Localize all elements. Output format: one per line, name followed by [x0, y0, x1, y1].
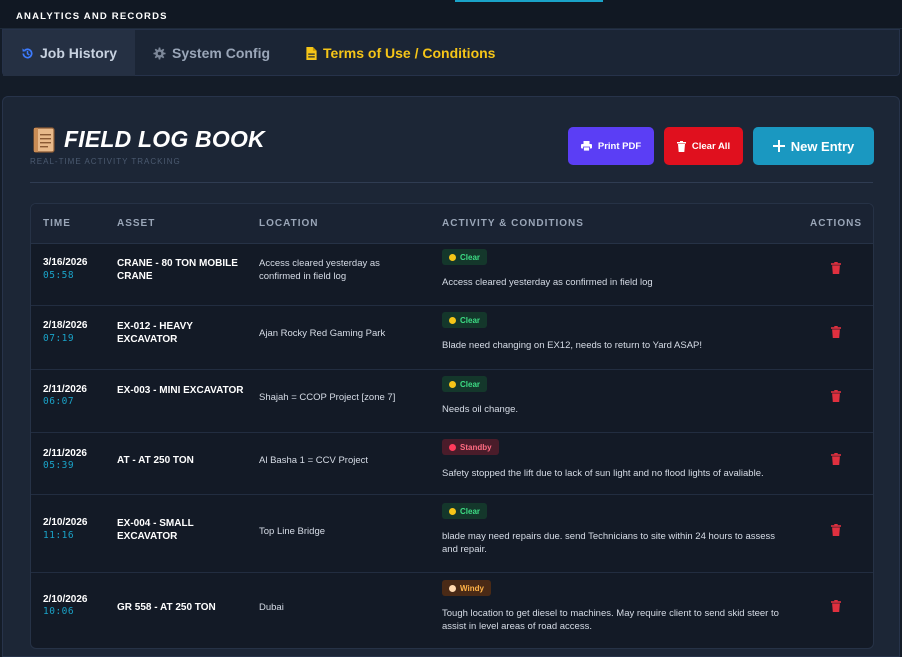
delete-icon[interactable] [831, 390, 841, 402]
printer-icon [580, 141, 592, 151]
status-label: Windy [460, 583, 484, 593]
active-accent-bar [455, 0, 603, 2]
status-dot-icon [449, 507, 456, 515]
trash-icon [676, 140, 686, 152]
row-location: Access cleared yesterday as confirmed in… [259, 258, 380, 282]
row-asset: GR 558 - AT 250 TON [117, 602, 216, 613]
column-header-actions: ACTIONS [810, 218, 862, 229]
clear-all-label: Clear All [691, 140, 731, 152]
print-pdf-label: Print PDF [597, 140, 642, 152]
delete-icon[interactable] [831, 262, 841, 274]
column-header-time: TIME [43, 218, 71, 229]
delete-icon[interactable] [831, 453, 841, 465]
table-row: 2/11/2026 06:07 EX-003 - MINI EXCAVATOR Sha… [31, 370, 873, 433]
row-description: Access cleared yesterday as confirmed in… [442, 277, 653, 288]
tab-terms[interactable]: Terms of Use / Conditions [288, 30, 513, 76]
status-badge: Clear [442, 312, 488, 328]
row-date: 2/18/2026 [43, 320, 88, 331]
status-badge: Windy [442, 580, 491, 596]
tab-label: Job History [40, 45, 118, 61]
table-row: 2/11/2026 05:39 AT - AT 250 TON Al Basha 1 … [31, 433, 873, 495]
page-title: FIELD LOG BOOK [64, 126, 265, 152]
delete-icon[interactable] [831, 524, 841, 536]
top-bar: ANALYTICS AND RECORDS [0, 0, 902, 29]
status-label: Standby [460, 442, 492, 452]
field-log-table: TIME ASSET LOCATION ACTIVITY & CONDITION… [30, 203, 874, 649]
history-icon [22, 47, 33, 58]
status-label: Clear [460, 315, 481, 325]
row-description: Tough location to get diesel to machines… [442, 608, 779, 632]
status-dot-icon [449, 316, 456, 324]
row-date: 2/10/2026 [43, 517, 88, 528]
row-asset: EX-003 - MINI EXCAVATOR [117, 385, 244, 396]
row-location: Al Basha 1 = CCV Project [259, 455, 369, 466]
row-date: 2/11/2026 [43, 384, 87, 395]
page-heading: FIELD LOG BOOK [32, 126, 265, 153]
status-label: Clear [460, 506, 481, 516]
table-row: 2/18/2026 07:19 EX-012 - HEAVY EXCAVATOR Aj… [31, 306, 873, 370]
tab-label: Terms of Use / Conditions [323, 45, 496, 61]
row-asset: EX-004 - SMALL EXCAVATOR [117, 518, 194, 542]
row-location: Shajah = CCOP Project [zone 7] [259, 392, 396, 403]
row-asset: CRANE - 80 TON MOBILE CRANE [117, 258, 238, 282]
tab-label: System Config [172, 45, 271, 61]
clear-all-button[interactable]: Clear All [664, 127, 743, 165]
table-header: TIME ASSET LOCATION ACTIVITY & CONDITION… [31, 204, 873, 244]
row-location: Top Line Bridge [259, 526, 326, 537]
header-divider [30, 182, 873, 183]
print-pdf-button[interactable]: Print PDF [568, 127, 654, 165]
table-row: 2/10/2026 10:06 GR 558 - AT 250 TON Dubai Wi… [31, 573, 873, 648]
status-dot-icon [449, 443, 456, 451]
document-icon [306, 46, 317, 60]
column-header-location: LOCATION [259, 218, 319, 229]
row-asset: EX-012 - HEAVY EXCAVATOR [117, 321, 193, 345]
row-time: 11:16 [43, 530, 75, 541]
status-badge: Standby [442, 439, 499, 455]
gear-icon [153, 46, 166, 60]
status-dot-icon [449, 380, 456, 388]
row-time: 05:39 [43, 460, 75, 471]
row-time: 05:58 [43, 270, 75, 281]
row-description: Safety stopped the lift due to lack of s… [442, 468, 764, 479]
status-badge: Clear [442, 249, 488, 265]
status-label: Clear [460, 252, 481, 262]
row-date: 2/10/2026 [43, 594, 88, 605]
app-title: ANALYTICS AND RECORDS [16, 11, 168, 22]
status-badge: Clear [442, 503, 488, 519]
status-dot-icon [449, 584, 456, 592]
column-header-asset: ASSET [117, 218, 156, 229]
tab-job-history[interactable]: Job History [3, 30, 136, 76]
status-dot-icon [449, 253, 456, 261]
new-entry-button[interactable]: New Entry [753, 127, 874, 165]
status-badge: Clear [442, 376, 488, 392]
row-location: Ajan Rocky Red Gaming Park [259, 328, 386, 339]
row-asset: AT - AT 250 TON [117, 455, 194, 466]
row-description: Blade need changing on EX12, needs to re… [442, 340, 703, 351]
tab-bar: Job History System Config Terms of Use /… [2, 29, 900, 76]
delete-icon[interactable] [831, 600, 841, 612]
row-time: 10:06 [43, 606, 75, 617]
row-description: blade may need repairs due. send Technic… [442, 531, 776, 555]
tab-system-config[interactable]: System Config [135, 30, 288, 76]
row-description: Needs oil change. [442, 404, 519, 415]
status-label: Clear [460, 379, 481, 389]
delete-icon[interactable] [831, 326, 841, 338]
page-subtitle: REAL-TIME ACTIVITY TRACKING [30, 157, 181, 166]
row-time: 06:07 [43, 396, 75, 407]
table-row: 2/10/2026 11:16 EX-004 - SMALL EXCAVATOR To… [31, 495, 873, 573]
row-location: Dubai [259, 602, 284, 613]
row-date: 3/16/2026 [43, 257, 88, 268]
notebook-icon [33, 126, 55, 153]
row-date: 2/11/2026 [43, 448, 87, 459]
new-entry-label: New Entry [790, 138, 855, 154]
column-header-activity: ACTIVITY & CONDITIONS [442, 218, 584, 229]
table-row: 3/16/2026 05:58 CRANE - 80 TON MOBILE CRAN… [31, 244, 873, 306]
row-time: 07:19 [43, 333, 75, 344]
plus-icon [772, 140, 785, 152]
